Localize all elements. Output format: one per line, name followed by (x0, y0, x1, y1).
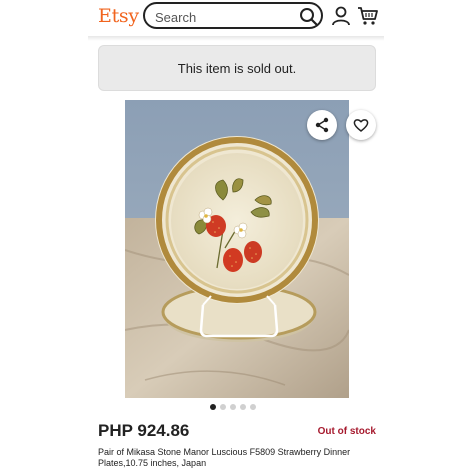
share-icon (315, 117, 329, 133)
top-bar: Etsy (0, 0, 474, 38)
carousel-dot[interactable] (230, 404, 236, 410)
cart-icon[interactable] (357, 5, 379, 27)
user-icon[interactable] (330, 5, 352, 27)
carousel-dot[interactable] (210, 404, 216, 410)
carousel-dots (210, 404, 256, 412)
carousel-dot[interactable] (220, 404, 226, 410)
search-input[interactable] (153, 7, 297, 27)
sold-out-text: This item is sold out. (177, 60, 297, 76)
search-box[interactable] (143, 2, 323, 29)
carousel-dot[interactable] (240, 404, 246, 410)
search-icon[interactable] (299, 7, 319, 27)
share-button[interactable] (307, 110, 337, 140)
header-divider (88, 36, 384, 41)
listing-title: Pair of Mikasa Stone Manor Luscious F580… (98, 447, 351, 468)
stock-status: Out of stock (317, 426, 376, 437)
heart-icon (353, 119, 369, 132)
etsy-logo[interactable]: Etsy (98, 5, 139, 27)
sold-out-banner: This item is sold out. (98, 45, 376, 91)
listing-price: PHP 924.86 (98, 421, 190, 440)
carousel-dot[interactable] (250, 404, 256, 410)
plate-photo (125, 100, 349, 398)
listing-image[interactable] (125, 100, 349, 398)
favorite-button[interactable] (346, 110, 376, 140)
